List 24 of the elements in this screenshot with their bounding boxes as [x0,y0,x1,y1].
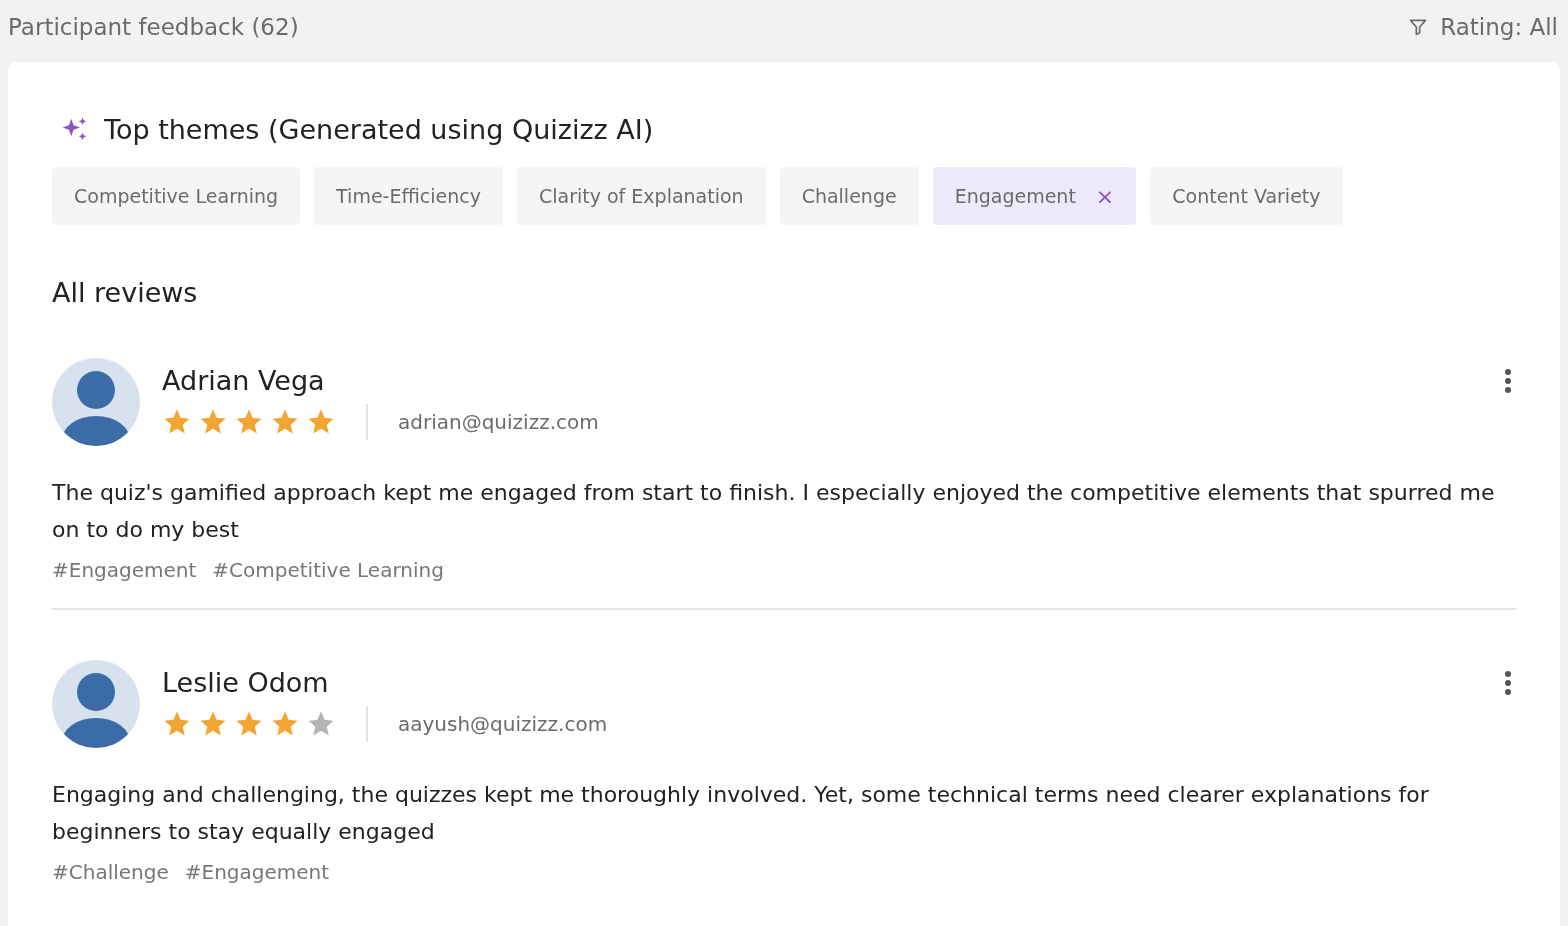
theme-chip[interactable]: Engagement × [932,167,1137,225]
kebab-icon [1504,670,1512,696]
theme-chip[interactable]: Content Variety [1150,167,1343,225]
review-tag: #Challenge [52,860,169,884]
review-tag: #Engagement [184,860,330,884]
review-text: Engaging and challenging, the quizzes kept me thoroughly involved. Yet, some technical terms need clearer explanations for beginners to stay equally engaged [52,781,1430,846]
close-icon[interactable]: × [1095,183,1115,209]
themes-heading: Top themes (Generated using Quizizz AI) [104,114,654,145]
theme-chip[interactable]: Clarity of Explanation [516,167,766,225]
reviewer-name: Leslie Odom [162,666,330,698]
reviewer-name: Adrian Vega [162,364,326,396]
reviews-heading: All reviews [52,277,199,308]
reviewer-email: aayush@quizizz.com [398,711,608,736]
theme-chip[interactable]: Challenge [779,167,919,225]
filter-icon [1408,17,1429,37]
reviewer-email: adrian@quizizz.com [398,409,599,434]
page-title: Participant feedback (62) [8,14,299,40]
theme-chip[interactable]: Competitive Learning [52,167,301,225]
theme-chip[interactable]: Time-Efficiency [314,167,503,225]
rating-filter[interactable]: Rating: All [1408,14,1558,40]
review-tag: #Competitive Learning [212,558,444,582]
review-text: The quiz's gamified approach kept me engaged from start to finish. I especially enjoyed the competitive elements that spurred me on to do my best [52,479,1496,544]
kebab-icon [1504,368,1512,394]
review-tag: #Engagement [52,558,197,582]
